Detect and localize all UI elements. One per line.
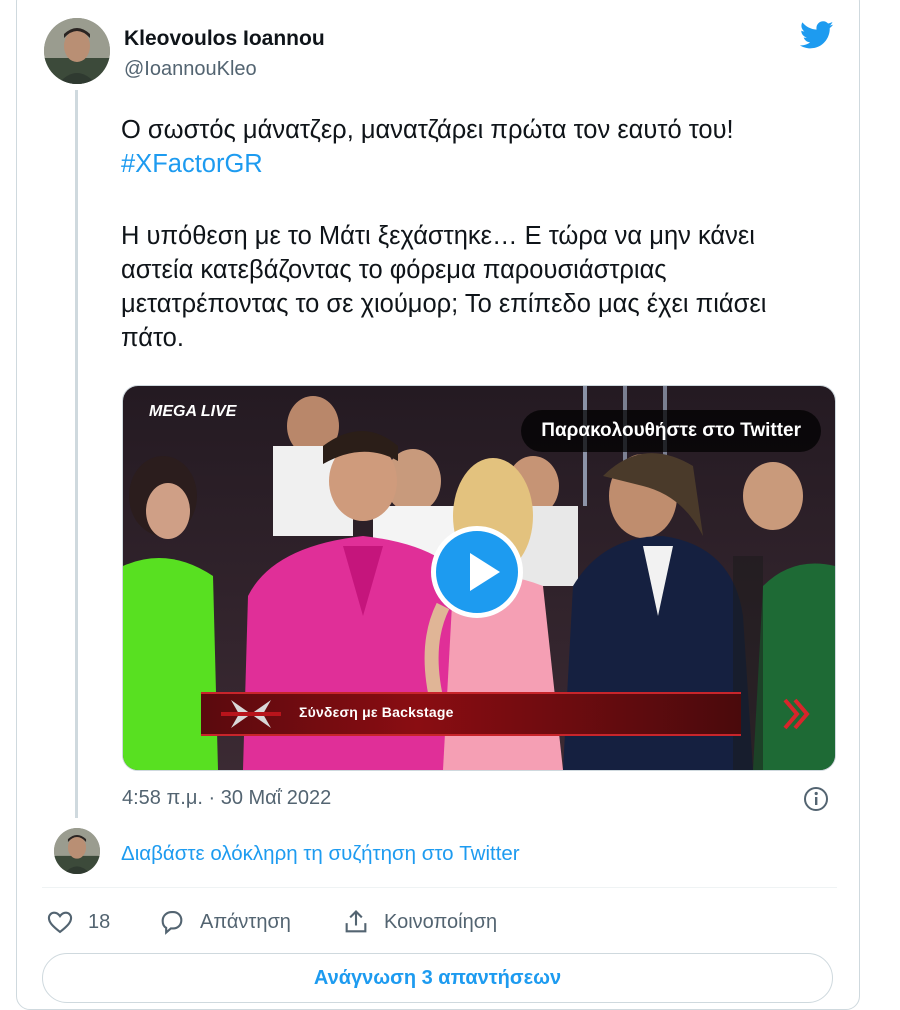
video-media[interactable]: MEGA LIVE Σύνδεση με Backstage Παρακολου… [122, 385, 836, 771]
hashtag-link[interactable]: #XFactorGR [121, 150, 263, 178]
tweet-paragraph-2: Η υπόθεση με το Μάτι ξεχάστηκε… Ε τώρα ν… [121, 222, 767, 352]
divider [42, 887, 837, 888]
heart-icon [47, 911, 73, 934]
thread-avatar[interactable] [54, 828, 100, 874]
chevrons-right-icon [783, 698, 810, 730]
reply-button[interactable]: Απάντηση [158, 908, 291, 936]
info-icon[interactable] [803, 786, 829, 812]
tweet-timestamp[interactable]: 4:58 π.μ. · 30 Μαΐ 2022 [122, 787, 331, 810]
speech-bubble-icon [161, 911, 183, 935]
banner-text: Σύνδεση με Backstage [299, 704, 454, 720]
share-upload-icon [345, 910, 367, 933]
reply-label: Απάντηση [200, 910, 291, 933]
share-label: Κοινοποίηση [384, 910, 498, 933]
tweet-text: Ο σωστός μάνατζερ, μανατζάρει πρώτα τον … [121, 113, 821, 393]
author-name[interactable]: Kleovoulos Ioannou [124, 27, 325, 51]
share-button[interactable]: Κοινοποίηση [342, 908, 497, 936]
watch-on-twitter-button[interactable]: Παρακολουθήστε στο Twitter [521, 410, 821, 452]
tweet-paragraph-1: Ο σωστός μάνατζερ, μανατζάρει πρώτα τον … [121, 113, 821, 181]
backstage-banner: Σύνδεση με Backstage [201, 692, 810, 736]
like-button[interactable]: 18 [46, 908, 110, 936]
like-count: 18 [88, 910, 111, 933]
twitter-bird-icon[interactable] [798, 18, 836, 52]
channel-logo: MEGA LIVE [149, 403, 238, 420]
thread-connector-line [75, 90, 78, 818]
read-conversation-link[interactable]: Διαβάστε ολόκληρη τη συζήτηση στο Twitte… [121, 842, 520, 866]
play-icon[interactable] [431, 526, 523, 618]
author-avatar[interactable] [44, 18, 110, 84]
read-replies-button[interactable]: Ανάγνωση 3 απαντήσεων [42, 953, 833, 1003]
author-handle[interactable]: @IoannouKleo [124, 58, 257, 81]
x-logo-icon [221, 700, 281, 728]
tweet-line-text: Ο σωστός μάνατζερ, μανατζάρει πρώτα τον … [121, 116, 734, 144]
